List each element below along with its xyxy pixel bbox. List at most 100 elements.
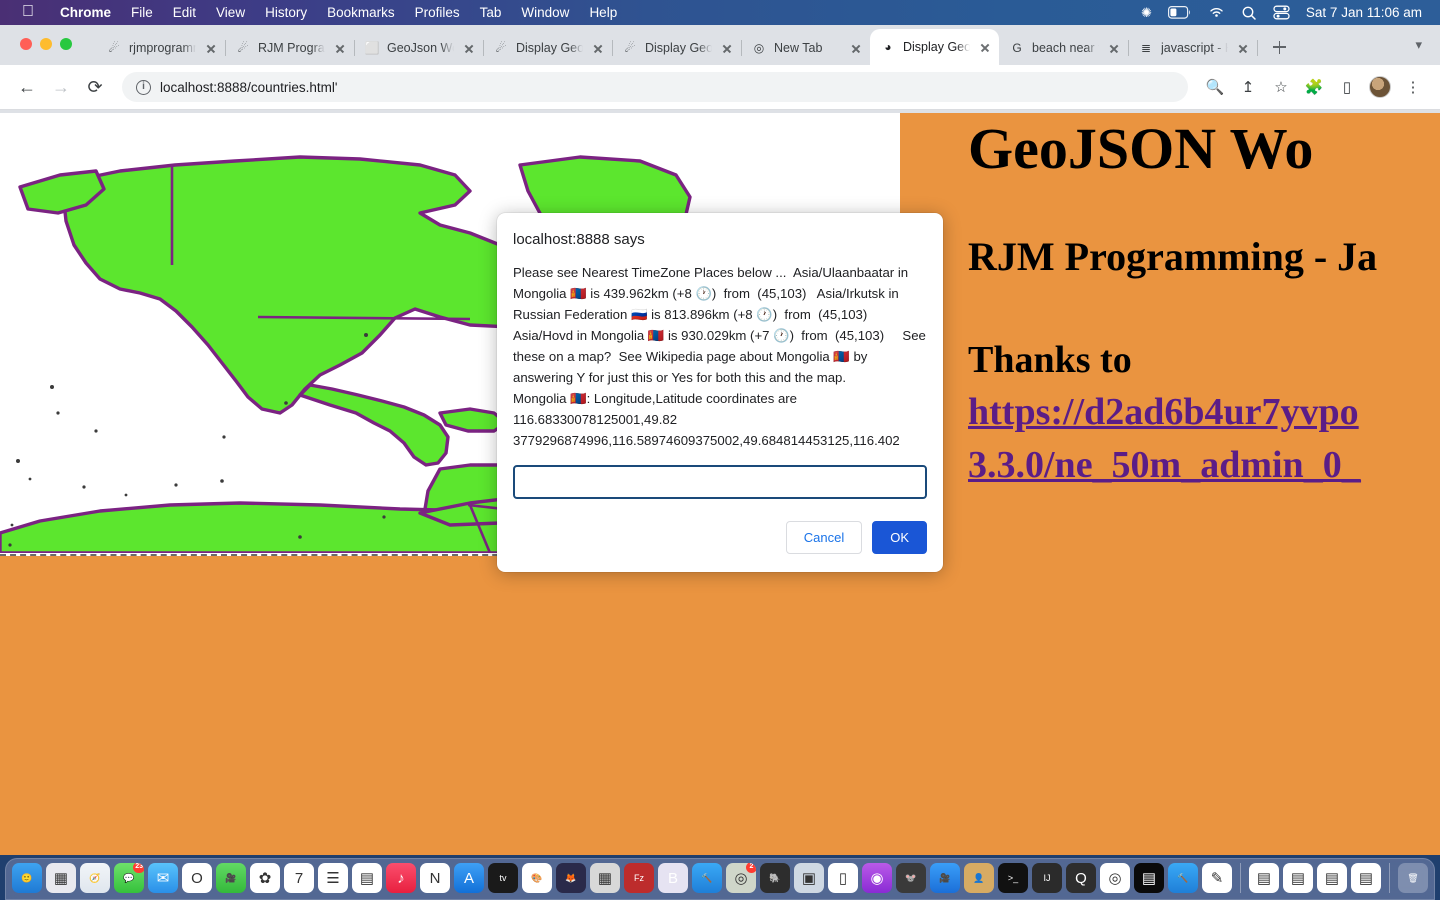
dock-item-minimized-window-4[interactable]: ▤ xyxy=(1351,863,1381,893)
menu-item-view[interactable]: View xyxy=(206,5,255,20)
dock-item-calculator[interactable]: ▦ xyxy=(590,863,620,893)
menu-item-profiles[interactable]: Profiles xyxy=(405,5,470,20)
close-tab-icon[interactable] xyxy=(977,39,993,55)
close-window-button[interactable] xyxy=(20,38,32,50)
dock-item-notes[interactable]: ▤ xyxy=(352,863,382,893)
bluetooth-icon[interactable]: ✺ xyxy=(1141,5,1152,21)
forward-arrow-icon[interactable]: → xyxy=(46,72,76,102)
dock-item-minimized-window-3[interactable]: ▤ xyxy=(1317,863,1347,893)
dock-item-google-chrome[interactable]: ◎ xyxy=(1100,863,1130,893)
dock-item-news[interactable]: N xyxy=(420,863,450,893)
menu-item-edit[interactable]: Edit xyxy=(163,5,206,20)
dock-item-launchpad[interactable]: ▦ xyxy=(46,863,76,893)
star-icon[interactable]: ☆ xyxy=(1266,72,1296,102)
dock-item-zoom[interactable]: 🎥 xyxy=(930,863,960,893)
close-tab-icon[interactable] xyxy=(719,40,735,56)
dock-item-textedit[interactable]: ✎ xyxy=(1202,863,1232,893)
zoom-in-icon[interactable]: 🔍 xyxy=(1200,72,1230,102)
dock-item-opera[interactable]: O xyxy=(182,863,212,893)
profile-avatar[interactable] xyxy=(1365,72,1395,102)
dock-item-postgresql[interactable]: 🐘 xyxy=(760,863,790,893)
dock-item-pages[interactable]: ▯ xyxy=(828,863,858,893)
browser-tab[interactable]: ≣ javascript - H xyxy=(1128,31,1258,65)
dock-item-gimp[interactable]: 🐭 xyxy=(896,863,926,893)
info-circle-icon[interactable]: i xyxy=(136,79,151,95)
dock-item-sequel-pro[interactable]: ◎ 2 xyxy=(726,863,756,893)
menu-item-tab[interactable]: Tab xyxy=(470,5,512,20)
dock-item-disk-utility[interactable]: ▣ xyxy=(794,863,824,893)
dock-item-photos[interactable]: ✿ xyxy=(250,863,280,893)
browser-tab[interactable]: Gbeach near t xyxy=(999,31,1129,65)
dock-item-contacts[interactable]: 👤 xyxy=(964,863,994,893)
dock-item-xcode-2[interactable]: 🔨 xyxy=(1168,863,1198,893)
chevron-down-icon[interactable]: ▾ xyxy=(1415,37,1422,53)
dock-item-bbedit[interactable]: B xyxy=(658,863,688,893)
dock-item-podcasts[interactable]: ◉ xyxy=(862,863,892,893)
puzzle-piece-icon[interactable]: 🧩 xyxy=(1299,72,1329,102)
reload-icon[interactable]: ⟳ xyxy=(80,72,110,102)
dock-item-filezilla[interactable]: Fz xyxy=(624,863,654,893)
menu-item-file[interactable]: File xyxy=(121,5,163,20)
share-icon[interactable]: ↥ xyxy=(1233,72,1263,102)
close-tab-icon[interactable] xyxy=(332,40,348,56)
browser-tab[interactable]: ☄ rjmprogramming xyxy=(96,31,226,65)
thanks-source-link[interactable]: https://d2ad6b4ur7yvpo 3.3.0/ne_50m_admi… xyxy=(968,386,1440,491)
dock-item-firefox[interactable]: 🦊 xyxy=(556,863,586,893)
browser-tab[interactable]: ☄ Display Geo. xyxy=(483,31,613,65)
apple-logo-icon[interactable]:  xyxy=(22,3,34,20)
spotlight-search-icon[interactable] xyxy=(1241,5,1257,21)
control-center-icon[interactable] xyxy=(1273,5,1290,20)
menu-item-bookmarks[interactable]: Bookmarks xyxy=(317,5,405,20)
dock-item-app-store[interactable]: A xyxy=(454,863,484,893)
close-tab-icon[interactable] xyxy=(461,40,477,56)
dock-item-terminal[interactable]: >_ xyxy=(998,863,1028,893)
dock-item-messages[interactable]: 💬 23 xyxy=(114,863,144,893)
close-tab-icon[interactable] xyxy=(1235,40,1251,56)
battery-icon[interactable] xyxy=(1167,6,1192,19)
dock-item-apple-tv[interactable]: tv xyxy=(488,863,518,893)
back-arrow-icon[interactable]: ← xyxy=(12,72,42,102)
close-tab-icon[interactable] xyxy=(590,40,606,56)
menu-item-chrome[interactable]: Chrome xyxy=(50,5,121,20)
dock-item-minimized-window-2[interactable]: ▤ xyxy=(1283,863,1313,893)
dock-item-facetime[interactable]: 🎥 xyxy=(216,863,246,893)
menu-bar-clock[interactable]: Sat 7 Jan 11:06 am xyxy=(1306,5,1422,20)
window-controls[interactable] xyxy=(20,38,72,50)
ok-button[interactable]: OK xyxy=(872,521,927,554)
dock-item-preview[interactable]: 🎨 xyxy=(522,863,552,893)
browser-tab[interactable]: ☄ Display Geo. xyxy=(612,31,742,65)
close-tab-icon[interactable] xyxy=(203,40,219,56)
minimize-window-button[interactable] xyxy=(40,38,52,50)
menu-item-history[interactable]: History xyxy=(255,5,317,20)
three-dot-menu-icon[interactable]: ⋮ xyxy=(1398,72,1428,102)
dock-item-calendar[interactable]: 7 xyxy=(284,863,314,893)
close-tab-icon[interactable] xyxy=(848,40,864,56)
new-tab-button[interactable] xyxy=(1265,33,1293,61)
menu-item-help[interactable]: Help xyxy=(579,5,627,20)
dock-item-safari[interactable]: 🧭 xyxy=(80,863,110,893)
dock-item-music[interactable]: ♪ xyxy=(386,863,416,893)
dock-item-xcode[interactable]: 🔨 xyxy=(692,863,722,893)
side-panel-icon[interactable]: ▯ xyxy=(1332,72,1362,102)
browser-tab[interactable]: ◕ Display Geo. xyxy=(870,29,999,65)
address-bar[interactable]: i localhost:8888/countries.html' xyxy=(122,72,1188,102)
dock-item-mail[interactable]: ✉ xyxy=(148,863,178,893)
browser-tab[interactable]: ⬜ GeoJson World xyxy=(354,31,484,65)
tab-title: rjmprogramming xyxy=(129,41,196,55)
wifi-icon[interactable] xyxy=(1208,6,1225,19)
dock-item-terminal-2[interactable]: ▤ xyxy=(1134,863,1164,893)
close-tab-icon[interactable] xyxy=(1106,40,1122,56)
dock-item-finder[interactable]: 🙂 xyxy=(12,863,42,893)
dock-item-trash[interactable]: 🗑 xyxy=(1398,863,1428,893)
prompt-input[interactable] xyxy=(513,465,927,499)
maximize-window-button[interactable] xyxy=(60,38,72,50)
google-g-icon: G xyxy=(1012,41,1022,55)
cancel-button[interactable]: Cancel xyxy=(785,521,863,554)
dock-item-intellij-idea[interactable]: IJ xyxy=(1032,863,1062,893)
menu-item-window[interactable]: Window xyxy=(511,5,579,20)
browser-tab[interactable]: ☄ RJM Programming xyxy=(225,31,355,65)
dock-item-reminders[interactable]: ☰ xyxy=(318,863,348,893)
dock-item-minimized-window-1[interactable]: ▤ xyxy=(1249,863,1279,893)
browser-tab[interactable]: ◎ New Tab xyxy=(741,31,871,65)
dock-item-quicktime[interactable]: Q xyxy=(1066,863,1096,893)
